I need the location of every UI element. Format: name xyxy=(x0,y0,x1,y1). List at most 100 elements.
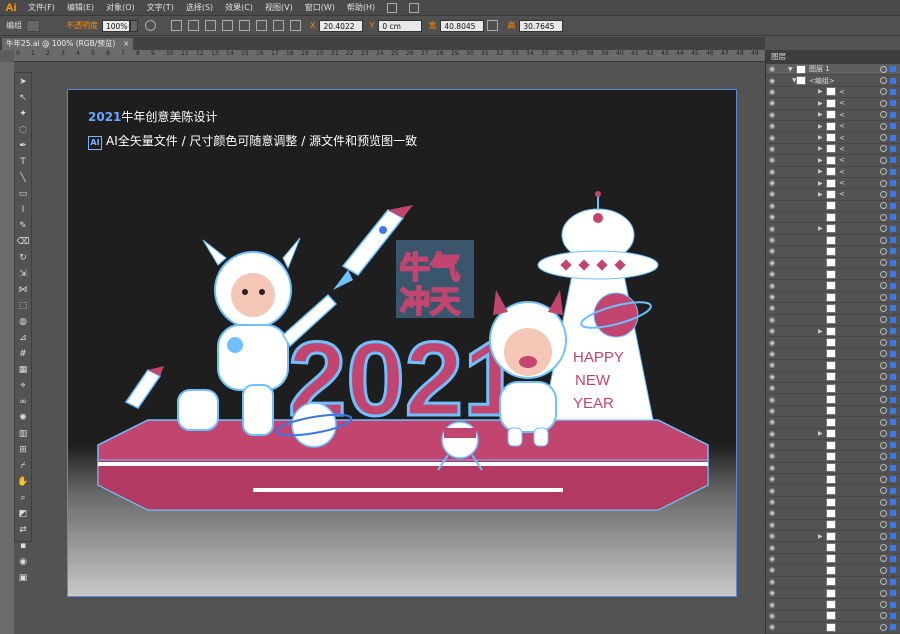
target-icon[interactable] xyxy=(880,361,887,369)
type-tool-icon[interactable]: T xyxy=(15,155,31,169)
selection-indicator[interactable] xyxy=(890,77,896,84)
selection-indicator[interactable] xyxy=(890,294,896,300)
layer-sublayer-row[interactable]: ◉ xyxy=(766,520,900,532)
shape-builder-icon[interactable]: ◍ xyxy=(15,315,31,329)
align-center-icon[interactable] xyxy=(205,20,216,31)
selection-indicator[interactable] xyxy=(890,442,896,449)
eraser-tool-icon[interactable]: ⌫ xyxy=(15,235,31,249)
layer-sublayer-row[interactable]: ◉ ▶ xyxy=(766,326,900,338)
opacity-field[interactable]: 100% xyxy=(102,19,130,32)
target-icon[interactable] xyxy=(880,282,887,290)
layer-sublayer-row[interactable]: ◉ ▶ xyxy=(766,223,900,235)
layer-sublayer-row[interactable]: ◉ ▶ < xyxy=(766,189,900,201)
menu-view[interactable]: 视图(V) xyxy=(259,2,299,13)
color-mode-icon[interactable]: ▪ xyxy=(15,539,31,553)
layer-sublayer-row[interactable]: ◉ xyxy=(766,212,900,224)
target-icon[interactable] xyxy=(880,65,887,73)
align-left-icon[interactable] xyxy=(188,20,199,31)
width-tool-icon[interactable]: ⋈ xyxy=(15,283,31,297)
chevron-right-icon[interactable]: ▶ xyxy=(818,430,826,437)
slice-tool-icon[interactable]: ⌿ xyxy=(15,459,31,473)
eye-icon[interactable]: ◉ xyxy=(766,88,778,96)
layer-sublayer-row[interactable]: ◉ xyxy=(766,611,900,623)
selection-indicator[interactable] xyxy=(890,350,896,357)
selection-indicator[interactable] xyxy=(890,419,896,426)
transform-icon[interactable] xyxy=(290,20,301,31)
selection-indicator[interactable] xyxy=(890,248,896,255)
canvas-area[interactable]: HAPPY NEW YEAR 2021 牛气 冲天 2021牛年创意美陈设计 A… xyxy=(32,62,765,634)
target-icon[interactable] xyxy=(880,316,887,324)
layer-sublayer-row[interactable]: ◉ xyxy=(766,485,900,497)
chevron-right-icon[interactable]: ▶ xyxy=(818,123,826,130)
selection-indicator[interactable] xyxy=(890,521,896,528)
layer-sublayer-row[interactable]: ◉ xyxy=(766,383,900,395)
target-icon[interactable] xyxy=(880,555,887,563)
layer-sublayer-row[interactable]: ◉ xyxy=(766,417,900,429)
selection-tool-icon[interactable]: ➤ xyxy=(15,75,31,89)
eye-icon[interactable]: ◉ xyxy=(766,396,778,404)
target-icon[interactable] xyxy=(880,612,887,620)
eye-icon[interactable]: ◉ xyxy=(766,407,778,415)
menu-file[interactable]: 文件(F) xyxy=(22,2,61,13)
layer-sublayer-row[interactable]: ◉ ▶ < xyxy=(766,98,900,110)
chevron-right-icon[interactable]: ▶ xyxy=(818,88,826,95)
layer-sublayer-row[interactable]: ◉ xyxy=(766,360,900,372)
eye-icon[interactable]: ◉ xyxy=(766,327,778,335)
eye-icon[interactable]: ◉ xyxy=(766,361,778,369)
selection-indicator[interactable] xyxy=(890,362,896,369)
target-icon[interactable] xyxy=(880,373,887,381)
selection-indicator[interactable] xyxy=(890,499,896,506)
selection-indicator[interactable] xyxy=(890,157,896,164)
eye-icon[interactable]: ◉ xyxy=(766,190,778,198)
eye-icon[interactable]: ◉ xyxy=(766,202,778,210)
selection-indicator[interactable] xyxy=(890,464,896,471)
layer-sublayer-row[interactable]: ◉ xyxy=(766,577,900,588)
target-icon[interactable] xyxy=(880,134,887,142)
layer-sublayer-row[interactable]: ◉ xyxy=(766,269,900,281)
chevron-right-icon[interactable]: ▶ xyxy=(818,533,826,540)
pencil-tool-icon[interactable]: ✎ xyxy=(15,219,31,233)
target-icon[interactable] xyxy=(880,384,887,392)
menu-window[interactable]: 窗口(W) xyxy=(299,2,341,13)
layer-name[interactable]: < xyxy=(839,122,880,130)
layer-sublayer-row[interactable]: ◉ ▶ < xyxy=(766,144,900,156)
artboard[interactable]: HAPPY NEW YEAR 2021 牛气 冲天 2021牛年创意美陈设计 A… xyxy=(67,89,737,597)
eye-icon[interactable]: ◉ xyxy=(766,487,778,495)
eye-icon[interactable]: ◉ xyxy=(766,418,778,426)
target-icon[interactable] xyxy=(880,122,887,130)
pen-tool-icon[interactable]: ✒ xyxy=(15,139,31,153)
layer-row-top[interactable]: ◉ ▼ 图层 1 xyxy=(766,64,900,76)
selection-indicator[interactable] xyxy=(890,134,896,141)
layer-sublayer-row[interactable]: ◉ xyxy=(766,588,900,600)
target-icon[interactable] xyxy=(880,111,887,119)
selection-indicator[interactable] xyxy=(890,590,896,597)
chevron-right-icon[interactable]: ▶ xyxy=(818,191,826,198)
eye-icon[interactable]: ◉ xyxy=(766,441,778,449)
eye-icon[interactable]: ◉ xyxy=(766,509,778,517)
eye-icon[interactable]: ◉ xyxy=(766,566,778,574)
blend-tool-icon[interactable]: ∞ xyxy=(15,395,31,409)
selection-indicator[interactable] xyxy=(890,533,896,540)
selection-indicator[interactable] xyxy=(890,430,896,437)
eye-icon[interactable]: ◉ xyxy=(766,384,778,392)
symbol-sprayer-icon[interactable]: ✺ xyxy=(15,411,31,425)
eye-icon[interactable]: ◉ xyxy=(766,65,778,73)
layer-sublayer-row[interactable]: ◉ xyxy=(766,622,900,634)
layer-sublayer-row[interactable]: ◉ ▶ < xyxy=(766,155,900,167)
eye-icon[interactable]: ◉ xyxy=(766,350,778,358)
selection-indicator[interactable] xyxy=(890,487,896,494)
layer-sublayer-row[interactable]: ◉ xyxy=(766,394,900,406)
layer-sublayer-row[interactable]: ◉ xyxy=(766,474,900,486)
selection-indicator[interactable] xyxy=(890,385,896,392)
target-icon[interactable] xyxy=(880,589,887,597)
selection-indicator[interactable] xyxy=(890,282,896,289)
layer-name[interactable]: < xyxy=(839,168,880,176)
constrain-link-icon[interactable] xyxy=(487,20,499,31)
paintbrush-tool-icon[interactable]: ⌇ xyxy=(15,203,31,217)
selection-indicator[interactable] xyxy=(890,305,896,312)
eye-icon[interactable]: ◉ xyxy=(766,578,778,586)
layer-sublayer-row[interactable]: ◉ xyxy=(766,201,900,213)
layer-sublayer-row[interactable]: ◉ xyxy=(766,349,900,361)
eye-icon[interactable]: ◉ xyxy=(766,373,778,381)
target-icon[interactable] xyxy=(880,487,887,495)
